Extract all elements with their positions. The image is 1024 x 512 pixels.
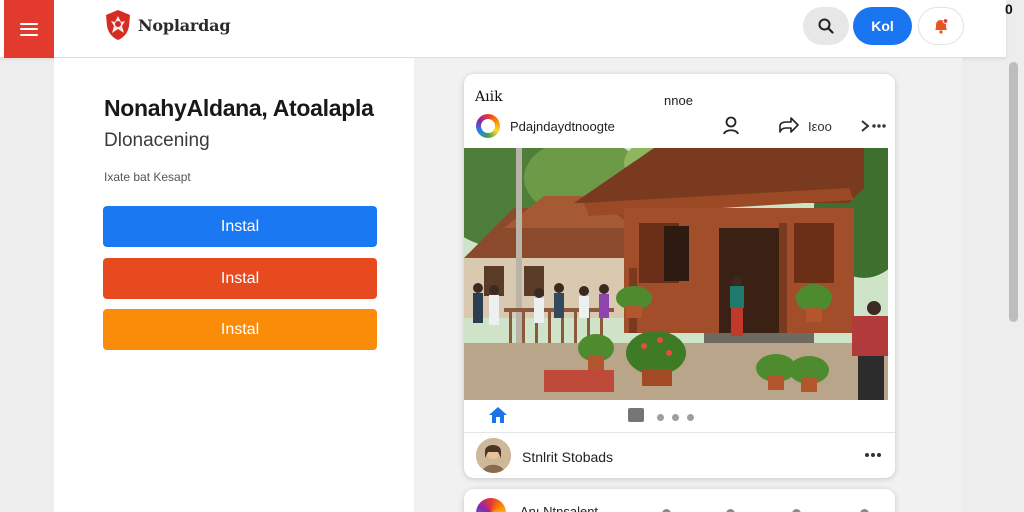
user-icon[interactable] <box>722 116 740 136</box>
search-button[interactable] <box>803 7 849 45</box>
brand-name: Noplardag <box>138 15 231 35</box>
post-title: Aıik <box>475 89 503 105</box>
post-image[interactable] <box>464 148 888 400</box>
page-scrollbar[interactable] <box>1008 60 1020 512</box>
install-button-red[interactable]: Instal <box>103 258 377 299</box>
post-author-name[interactable]: Pdajndaydtnoogte <box>510 119 615 134</box>
home-icon[interactable] <box>488 406 508 424</box>
primary-action-button[interactable]: Kol <box>853 7 912 45</box>
post-card: Aıik nnoe Pdajndaydtnoogte Ιεοο Stnlrit … <box>464 74 895 478</box>
hero-subtitle: Dlonacening <box>104 130 210 151</box>
gallery-icon[interactable] <box>628 408 644 422</box>
pager-dot[interactable] <box>657 414 664 421</box>
hero-caption: Ixate bat Kesapt <box>104 170 191 184</box>
share-icon[interactable] <box>778 116 800 136</box>
post-toolbar <box>464 400 895 430</box>
more-actions-icon[interactable] <box>860 117 886 135</box>
pager-dot[interactable] <box>687 414 694 421</box>
notification-button[interactable] <box>918 7 964 45</box>
post-meta: nnoe <box>664 93 693 108</box>
scrollbar-thumb[interactable] <box>1009 62 1018 322</box>
next-post-author[interactable]: Anı Ntnsalent <box>520 504 598 512</box>
comment-author-name[interactable]: Stnlrit Stobads <box>522 449 613 465</box>
search-icon <box>818 18 834 34</box>
hero-title: NonahyAldana, Atoalapla <box>104 95 374 121</box>
pager-dot[interactable] <box>672 414 679 421</box>
brand[interactable]: Noplardag <box>104 9 231 41</box>
shield-logo-icon <box>106 10 130 40</box>
next-post-card: Anı Ntnsalent <box>464 489 895 512</box>
install-button-blue[interactable]: Instal <box>103 206 377 247</box>
bell-icon <box>935 18 949 34</box>
menu-button[interactable] <box>4 0 54 58</box>
menu-icon <box>20 22 38 36</box>
next-post-avatar[interactable] <box>476 498 506 512</box>
photo-traditional-wooden-house <box>464 148 888 400</box>
top-bar: Noplardag Kol <box>0 0 1006 58</box>
more-icon[interactable] <box>864 452 882 458</box>
comment-avatar[interactable] <box>476 438 511 473</box>
divider <box>464 432 895 433</box>
install-button-orange[interactable]: Instal <box>103 309 377 350</box>
corner-glyph: 0 <box>1005 1 1013 17</box>
post-author-avatar[interactable] <box>476 114 500 138</box>
share-count: Ιεοο <box>808 119 832 134</box>
